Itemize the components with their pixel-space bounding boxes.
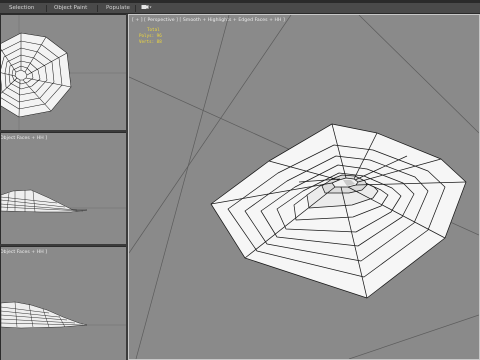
- camera-glyph-icon: [141, 5, 152, 9]
- tab-populate[interactable]: Populate: [106, 3, 130, 13]
- front-view-wire: [1, 189, 88, 213]
- app-window: Selection Object Paint Populate Object F…: [0, 0, 480, 360]
- front-view-mesh: [1, 189, 127, 213]
- viewport-front[interactable]: Object Faces + HH ]: [0, 132, 128, 246]
- ribbon-separator: [135, 5, 136, 12]
- ribbon-separator: [97, 5, 98, 12]
- perspective-mesh: [210, 123, 467, 299]
- ribbon-separator: [46, 5, 47, 12]
- camera-menu-icon[interactable]: [141, 4, 152, 12]
- ribbon-bar: Selection Object Paint Populate: [0, 3, 480, 14]
- perspective-scene: [129, 15, 479, 359]
- viewport-left[interactable]: Object Faces + HH ]: [0, 246, 128, 360]
- top-view-wire: [1, 32, 72, 118]
- left-view-mesh: [1, 301, 127, 329]
- tab-selection[interactable]: Selection: [9, 3, 34, 13]
- viewport-perspective[interactable]: [ + ] [ Perspective ] [ Smooth + Highlig…: [128, 14, 480, 360]
- top-view-mesh: [1, 15, 127, 131]
- viewport-top[interactable]: [0, 14, 128, 132]
- left-view-wire: [1, 301, 88, 329]
- tab-object-paint[interactable]: Object Paint: [54, 3, 87, 13]
